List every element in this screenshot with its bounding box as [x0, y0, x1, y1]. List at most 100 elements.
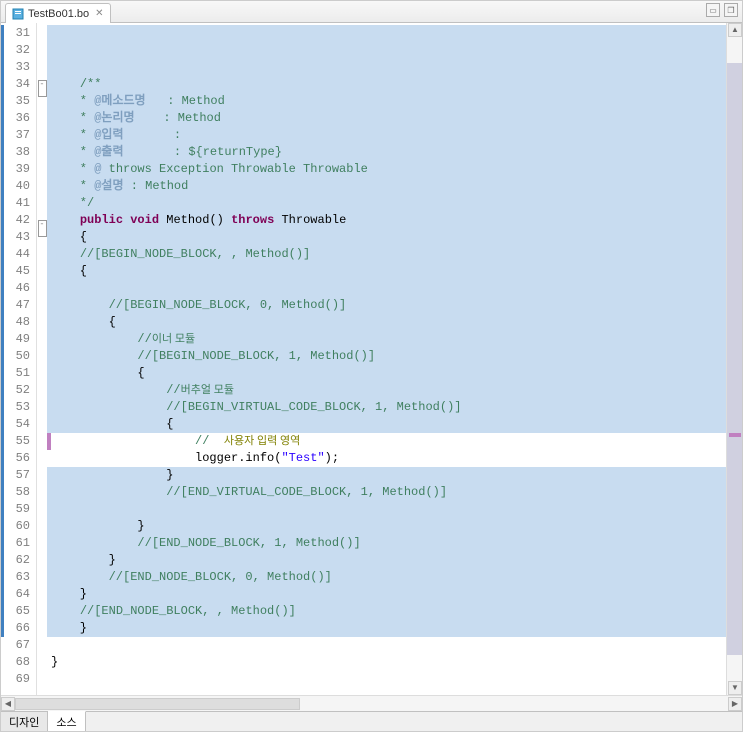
line-number: 69 — [1, 671, 30, 688]
code-line[interactable] — [47, 280, 742, 297]
line-number: 64 — [1, 586, 30, 603]
code-line[interactable]: * @논리명 : Method — [47, 110, 742, 127]
scroll-left-icon[interactable]: ◀ — [1, 697, 15, 711]
line-number: 61 — [1, 535, 30, 552]
line-number: 39 — [1, 161, 30, 178]
fold-column: -- — [37, 23, 47, 695]
breakpoint-mark — [47, 433, 51, 450]
line-number: 42 — [1, 212, 30, 229]
bottom-tabs: 디자인 소스 — [1, 711, 742, 731]
editor-pane: TestBo01.bo ✕ ▭ ❐ 3132333435363738394041… — [0, 0, 743, 732]
code-line[interactable]: { — [47, 314, 742, 331]
fold-toggle[interactable]: - — [38, 80, 47, 97]
code-line[interactable] — [47, 637, 742, 654]
line-number: 47 — [1, 297, 30, 314]
line-number: 63 — [1, 569, 30, 586]
code-line[interactable] — [47, 42, 742, 59]
code-line[interactable]: //[BEGIN_NODE_BLOCK, 1, Method()] — [47, 348, 742, 365]
line-number: 66 — [1, 620, 30, 637]
code-line[interactable]: /** — [47, 76, 742, 93]
code-line[interactable]: } — [47, 518, 742, 535]
code-line[interactable]: logger.info("Test"); — [47, 450, 742, 467]
file-tab-label: TestBo01.bo — [28, 8, 89, 20]
line-number: 51 — [1, 365, 30, 382]
code-line[interactable]: * @메소드명 : Method — [47, 93, 742, 110]
code-line[interactable]: } — [47, 467, 742, 484]
code-line[interactable]: * @출력 : ${returnType} — [47, 144, 742, 161]
code-line[interactable]: * @설명 : Method — [47, 178, 742, 195]
horizontal-scrollbar[interactable]: ◀ ▶ — [1, 695, 742, 711]
code-line[interactable]: * @입력 : — [47, 127, 742, 144]
line-number: 68 — [1, 654, 30, 671]
scroll-down-icon[interactable]: ▼ — [728, 681, 742, 695]
code-line[interactable]: // 사용자 입력 영역 — [47, 433, 742, 450]
line-number: 33 — [1, 59, 30, 76]
line-number: 34 — [1, 76, 30, 93]
scroll-up-icon[interactable]: ▲ — [728, 23, 742, 37]
code-line[interactable]: } — [47, 586, 742, 603]
line-number: 54 — [1, 416, 30, 433]
minimize-button[interactable]: ▭ — [706, 3, 720, 17]
tab-actions: ▭ ❐ — [706, 3, 738, 17]
line-number: 40 — [1, 178, 30, 195]
code-line[interactable]: * @ throws Exception Throwable Throwable — [47, 161, 742, 178]
overview-ruler[interactable]: ▲ ▼ — [726, 23, 742, 695]
line-number: 58 — [1, 484, 30, 501]
line-number: 56 — [1, 450, 30, 467]
code-line[interactable]: //[END_NODE_BLOCK, 1, Method()] — [47, 535, 742, 552]
line-number: 45 — [1, 263, 30, 280]
hscroll-thumb[interactable] — [15, 698, 300, 710]
code-line[interactable]: } — [47, 552, 742, 569]
code-line[interactable]: //[END_NODE_BLOCK, , Method()] — [47, 603, 742, 620]
hscroll-track[interactable] — [15, 697, 728, 711]
code-line[interactable]: //[BEGIN_VIRTUAL_CODE_BLOCK, 1, Method()… — [47, 399, 742, 416]
line-number: 59 — [1, 501, 30, 518]
line-number: 35 — [1, 93, 30, 110]
close-icon[interactable]: ✕ — [95, 8, 103, 19]
code-line[interactable]: //버추얼 모듈 — [47, 382, 742, 399]
line-number: 65 — [1, 603, 30, 620]
line-number: 44 — [1, 246, 30, 263]
code-area: 3132333435363738394041424344454647484950… — [1, 23, 742, 695]
code-line[interactable]: { — [47, 263, 742, 280]
tab-source[interactable]: 소스 — [48, 711, 85, 731]
code-line[interactable]: //[BEGIN_NODE_BLOCK, , Method()] — [47, 246, 742, 263]
code-line[interactable]: //[END_VIRTUAL_CODE_BLOCK, 1, Method()] — [47, 484, 742, 501]
code-line[interactable] — [47, 25, 742, 42]
tab-bar: TestBo01.bo ✕ ▭ ❐ — [1, 1, 742, 23]
line-number: 31 — [1, 25, 30, 42]
code-text[interactable]: /** * @메소드명 : Method * @논리명 : Method * @… — [47, 23, 742, 695]
file-icon — [12, 8, 24, 20]
code-line[interactable] — [47, 671, 742, 688]
line-number: 38 — [1, 144, 30, 161]
code-line[interactable]: { — [47, 229, 742, 246]
code-line[interactable]: //이너 모듈 — [47, 331, 742, 348]
fold-toggle[interactable]: - — [38, 220, 47, 237]
code-line[interactable]: } — [47, 620, 742, 637]
line-number: 43 — [1, 229, 30, 246]
line-number: 48 — [1, 314, 30, 331]
line-number: 55 — [1, 433, 30, 450]
maximize-button[interactable]: ❐ — [724, 3, 738, 17]
scroll-right-icon[interactable]: ▶ — [728, 697, 742, 711]
line-number: 53 — [1, 399, 30, 416]
line-number: 52 — [1, 382, 30, 399]
code-line[interactable]: { — [47, 416, 742, 433]
line-number: 32 — [1, 42, 30, 59]
line-number: 36 — [1, 110, 30, 127]
code-line[interactable]: //[BEGIN_NODE_BLOCK, 0, Method()] — [47, 297, 742, 314]
code-line[interactable]: { — [47, 365, 742, 382]
ruler-mark — [729, 433, 741, 437]
code-line[interactable]: */ — [47, 195, 742, 212]
code-line[interactable]: } — [47, 654, 742, 671]
code-line[interactable] — [47, 501, 742, 518]
line-number: 57 — [1, 467, 30, 484]
line-number-gutter: 3132333435363738394041424344454647484950… — [1, 23, 37, 695]
line-number: 49 — [1, 331, 30, 348]
code-line[interactable]: public void Method() throws Throwable — [47, 212, 742, 229]
file-tab[interactable]: TestBo01.bo ✕ — [5, 3, 111, 23]
tab-design[interactable]: 디자인 — [1, 712, 48, 731]
code-line[interactable]: //[END_NODE_BLOCK, 0, Method()] — [47, 569, 742, 586]
line-number: 50 — [1, 348, 30, 365]
code-line[interactable] — [47, 59, 742, 76]
